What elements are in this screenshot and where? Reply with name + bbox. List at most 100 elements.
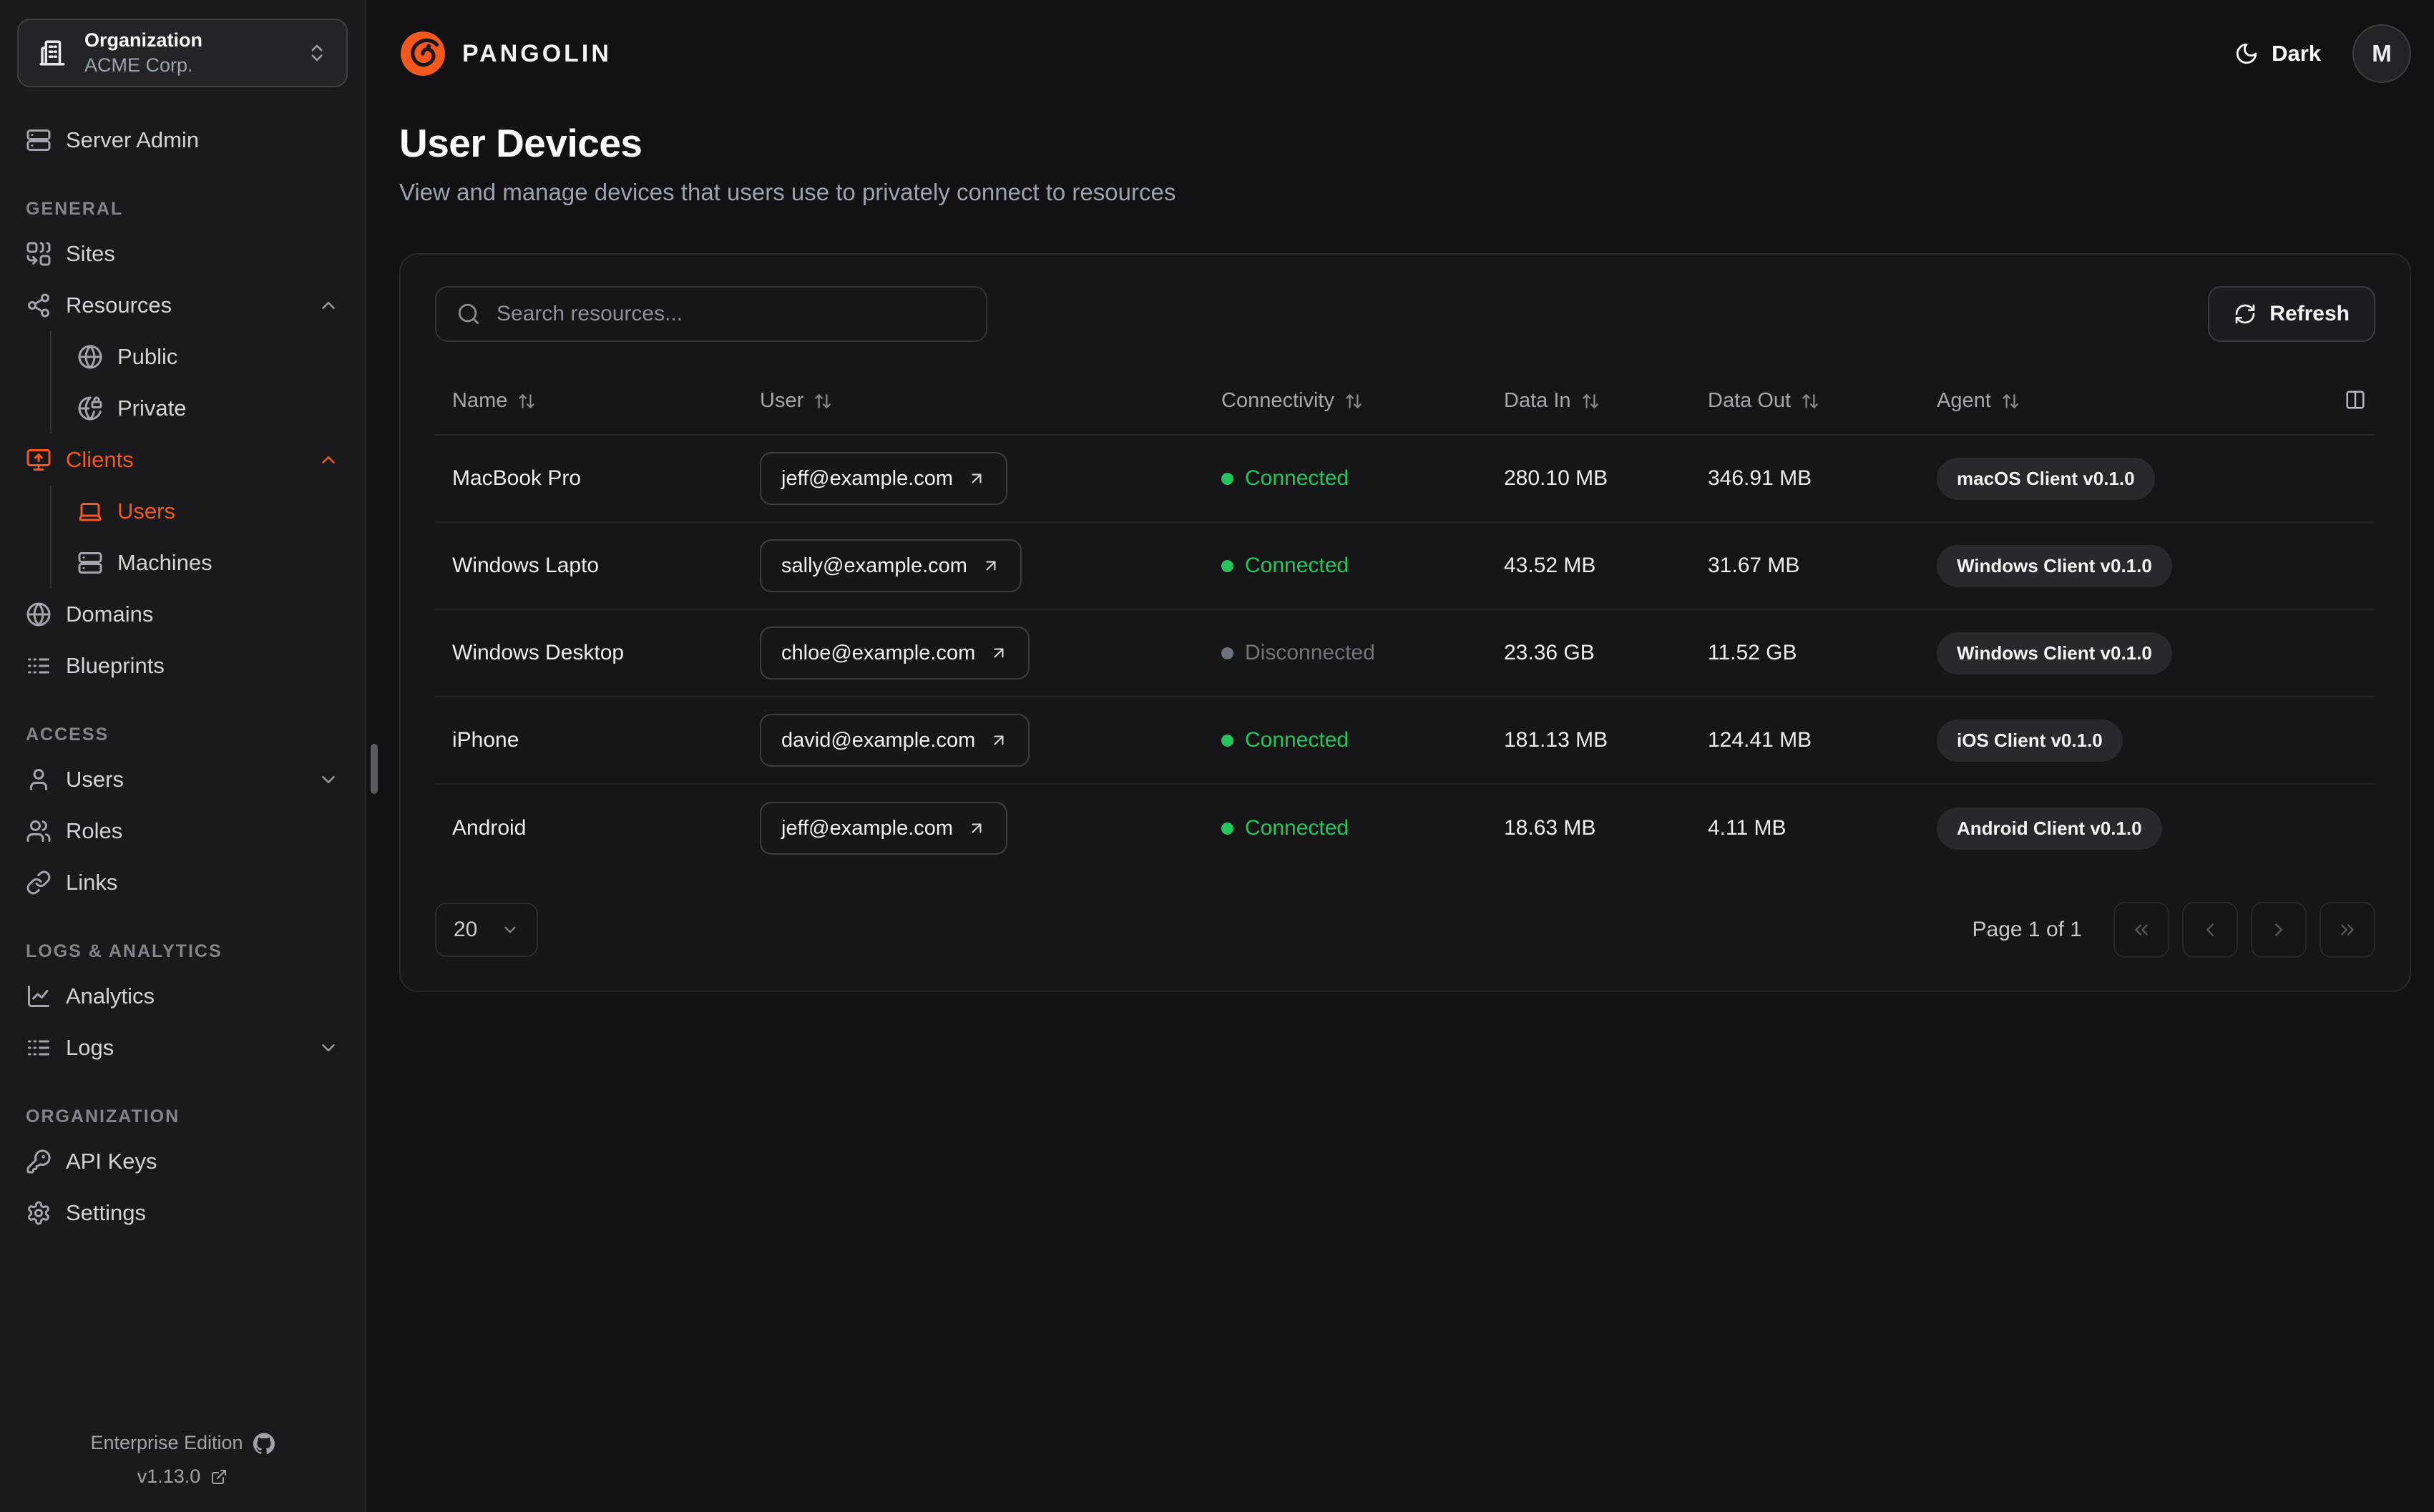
- connectivity-cell: Connected: [1204, 816, 1487, 840]
- chevrons-left-icon: [2131, 919, 2152, 941]
- column-settings-button[interactable]: [2340, 386, 2371, 417]
- logs-icon: [26, 1035, 52, 1061]
- sidebar-item-users[interactable]: Users: [17, 754, 348, 805]
- page-size-select[interactable]: 20: [435, 903, 538, 957]
- data-out-value: 4.11 MB: [1708, 816, 1787, 840]
- sidebar-item-analytics[interactable]: Analytics: [17, 971, 348, 1022]
- connectivity-label: Connected: [1245, 466, 1349, 490]
- table-header: Name User Connectivity Data In Data Out …: [435, 368, 2375, 436]
- org-selector[interactable]: Organization ACME Corp.: [17, 19, 348, 87]
- version-link[interactable]: v1.13.0: [137, 1466, 228, 1488]
- column-header-connectivity[interactable]: Connectivity: [1204, 368, 1487, 434]
- column-header-name[interactable]: Name: [435, 368, 743, 434]
- sidebar-item-links[interactable]: Links: [17, 857, 348, 908]
- arrow-up-right-icon: [967, 819, 986, 838]
- sidebar-item-blueprints[interactable]: Blueprints: [17, 640, 348, 692]
- sidebar-item-api-keys[interactable]: API Keys: [17, 1136, 348, 1187]
- user-link[interactable]: jeff@example.com: [760, 452, 1008, 505]
- connectivity-cell: Connected: [1204, 728, 1487, 752]
- previous-page-button[interactable]: [2182, 902, 2238, 958]
- sidebar-item-logs[interactable]: Logs: [17, 1022, 348, 1074]
- chevron-left-icon: [2199, 919, 2221, 941]
- sidebar-item-label: Users: [66, 767, 124, 792]
- sidebar-item-label: Server Admin: [66, 127, 200, 152]
- pangolin-logo-icon: [399, 30, 446, 77]
- sort-icon: [1801, 392, 1819, 411]
- device-name: Windows Desktop: [452, 641, 625, 664]
- refresh-label: Refresh: [2269, 302, 2350, 325]
- arrow-up-right-icon: [989, 644, 1008, 662]
- column-header-agent[interactable]: Agent: [1920, 368, 2318, 434]
- server-icon: [77, 550, 103, 576]
- column-header-data-in[interactable]: Data In: [1487, 368, 1691, 434]
- section-label-organization: ORGANIZATION: [26, 1106, 180, 1126]
- connectivity-dot: [1221, 822, 1233, 835]
- theme-label: Dark: [2272, 41, 2321, 66]
- sidebar-item-label: Public: [117, 344, 178, 369]
- sidebar-item-resources[interactable]: Resources: [17, 280, 348, 331]
- sidebar-item-public[interactable]: Public: [69, 331, 348, 383]
- scrollbar-thumb[interactable]: [371, 744, 378, 794]
- page-subtitle: View and manage devices that users use t…: [399, 179, 1176, 205]
- version-label: v1.13.0: [137, 1466, 201, 1487]
- column-header-data-out[interactable]: Data Out: [1691, 368, 1920, 434]
- refresh-button[interactable]: Refresh: [2208, 286, 2375, 342]
- sidebar-item-label: Clients: [66, 447, 134, 472]
- sidebar-item-label: Machines: [117, 550, 212, 575]
- arrow-up-right-icon: [967, 469, 986, 488]
- data-out-value: 11.52 GB: [1708, 641, 1797, 664]
- edition-link[interactable]: Enterprise Edition: [90, 1432, 274, 1454]
- theme-toggle[interactable]: Dark: [2234, 41, 2321, 67]
- user-icon: [26, 767, 52, 792]
- sidebar-item-client-users[interactable]: Users: [69, 486, 348, 537]
- device-name: MacBook Pro: [452, 466, 582, 490]
- org-selector-label: Organization: [84, 29, 203, 51]
- sidebar-item-server-admin[interactable]: Server Admin: [17, 114, 348, 166]
- section-label-logs-analytics: LOGS & ANALYTICS: [26, 941, 223, 961]
- sidebar-item-sites[interactable]: Sites: [17, 228, 348, 280]
- sidebar-item-label: Private: [117, 396, 187, 421]
- chevron-down-icon: [318, 1037, 339, 1059]
- sidebar-item-label: Domains: [66, 602, 154, 627]
- brand[interactable]: PANGOLIN: [399, 30, 612, 77]
- connectivity-dot: [1221, 559, 1233, 572]
- last-page-button[interactable]: [2320, 902, 2375, 958]
- section-label-access: ACCESS: [26, 725, 109, 745]
- next-page-button[interactable]: [2251, 902, 2307, 958]
- device-name: Windows Lapto: [452, 554, 600, 577]
- sidebar: Organization ACME Corp. Server Admin GEN…: [0, 0, 366, 1512]
- sidebar-item-private[interactable]: Private: [69, 383, 348, 434]
- users-icon: [26, 818, 52, 844]
- sidebar-item-roles[interactable]: Roles: [17, 805, 348, 857]
- avatar[interactable]: M: [2352, 24, 2411, 83]
- server-icon: [26, 127, 52, 153]
- search-icon: [456, 302, 481, 326]
- user-email: jeff@example.com: [781, 466, 954, 490]
- sidebar-item-domains[interactable]: Domains: [17, 589, 348, 640]
- avatar-initial: M: [2372, 40, 2392, 67]
- user-link[interactable]: sally@example.com: [760, 539, 1022, 592]
- sidebar-item-clients[interactable]: Clients: [17, 434, 348, 486]
- sidebar-item-machines[interactable]: Machines: [69, 537, 348, 589]
- data-in-value: 43.52 MB: [1504, 554, 1596, 577]
- data-out-value: 31.67 MB: [1708, 554, 1800, 577]
- sidebar-item-settings[interactable]: Settings: [17, 1187, 348, 1239]
- building-icon: [37, 38, 67, 68]
- search-input[interactable]: [497, 302, 966, 326]
- user-link[interactable]: david@example.com: [760, 714, 1030, 767]
- chevron-right-icon: [2268, 919, 2289, 941]
- connectivity-label: Connected: [1245, 554, 1349, 577]
- column-header-user[interactable]: User: [743, 368, 1204, 434]
- user-link[interactable]: jeff@example.com: [760, 802, 1008, 855]
- blueprint-icon: [26, 653, 52, 679]
- connectivity-cell: Disconnected: [1204, 641, 1487, 665]
- connectivity-cell: Connected: [1204, 554, 1487, 578]
- first-page-button[interactable]: [2113, 902, 2169, 958]
- user-link[interactable]: chloe@example.com: [760, 627, 1030, 679]
- monitor-up-icon: [26, 447, 52, 473]
- data-in-value: 280.10 MB: [1504, 466, 1608, 490]
- connectivity-label: Connected: [1245, 728, 1349, 752]
- sort-icon: [2001, 392, 2020, 411]
- device-name: iPhone: [452, 728, 519, 752]
- chevron-down-icon: [501, 921, 519, 939]
